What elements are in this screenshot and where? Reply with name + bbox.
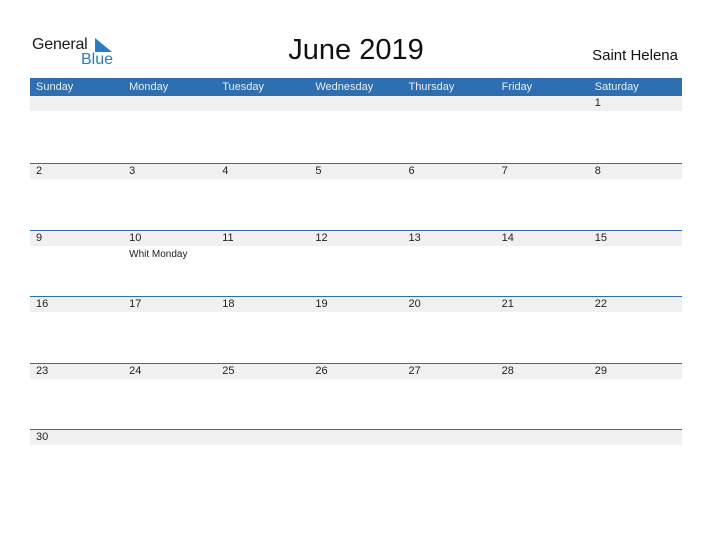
day-number: 4 <box>222 165 229 177</box>
weekday-monday: Monday <box>129 81 169 93</box>
day-cell <box>309 96 402 111</box>
week-row: 16 17 18 19 20 21 22 <box>30 296 682 363</box>
day-number: 8 <box>594 165 601 177</box>
day-number: 19 <box>315 298 328 310</box>
day-number: 22 <box>594 298 607 310</box>
day-cell: 17 <box>123 297 216 312</box>
day-number: 6 <box>408 165 415 177</box>
day-number: 26 <box>315 364 328 377</box>
day-number: 15 <box>594 231 607 244</box>
weekday-saturday: Saturday <box>594 81 639 93</box>
day-number: 5 <box>315 165 322 177</box>
day-cell: 3 <box>123 164 216 179</box>
week-row: 30 <box>30 429 682 496</box>
day-cell: 4 <box>216 164 309 179</box>
day-number-bar: 9 10 Whit Monday 11 12 13 14 15 <box>30 230 682 260</box>
day-number: 10 <box>129 231 142 244</box>
day-cell <box>30 96 123 111</box>
day-number: 14 <box>501 231 514 244</box>
country-label: Saint Helena <box>592 47 678 64</box>
day-cell <box>309 430 402 445</box>
day-cell <box>496 96 589 111</box>
week-row: 9 10 Whit Monday 11 12 13 14 15 <box>30 229 682 297</box>
day-cell: 25 <box>216 364 309 379</box>
day-cell: 29 <box>589 364 682 379</box>
day-cell <box>216 96 309 111</box>
day-cell: 8 <box>589 164 682 179</box>
day-number: 3 <box>129 165 136 177</box>
day-cell: 26 <box>309 364 402 379</box>
day-cell: 24 <box>123 364 216 379</box>
day-cell <box>403 430 496 445</box>
day-number: 11 <box>222 231 234 244</box>
day-cell: 21 <box>496 297 589 312</box>
day-cell: 7 <box>496 164 589 179</box>
day-cell: 5 <box>309 164 402 179</box>
day-cell: 19 <box>309 297 402 312</box>
day-cell <box>589 430 682 445</box>
day-cell: 12 <box>309 231 402 246</box>
day-cell <box>496 430 589 445</box>
day-number: 16 <box>36 298 49 310</box>
day-cell: 18 <box>216 297 309 312</box>
day-number-bar: 2 3 4 5 6 7 8 <box>30 164 682 179</box>
day-cell: 27 <box>403 364 496 379</box>
day-number-bar: 30 <box>30 430 682 445</box>
day-cell <box>123 96 216 111</box>
day-cell: 16 <box>30 297 123 312</box>
holiday-label: Whit Monday <box>129 248 188 260</box>
day-cell: 6 <box>403 164 496 179</box>
day-number: 30 <box>36 431 49 443</box>
day-number: 28 <box>501 364 514 377</box>
week-row: 2 3 4 5 6 7 8 <box>30 163 682 230</box>
day-cell: 11 <box>216 231 309 246</box>
day-number: 18 <box>222 298 235 310</box>
day-cell: 20 <box>403 297 496 312</box>
calendar-grid: Sunday Monday Tuesday Wednesday Thursday Frid… <box>30 78 682 496</box>
day-number-bar: 16 17 18 19 20 21 22 <box>30 297 682 312</box>
day-number: 9 <box>36 231 43 244</box>
day-cell: 2 <box>30 164 123 179</box>
day-number: 17 <box>129 298 142 310</box>
day-number: 25 <box>222 364 235 377</box>
day-cell: 1 <box>589 96 682 111</box>
day-number: 7 <box>501 165 508 177</box>
weekday-thursday: Thursday <box>408 81 455 93</box>
day-cell: 23 <box>30 364 123 379</box>
day-number: 2 <box>36 165 43 177</box>
day-cell: 15 <box>589 231 682 246</box>
weekday-wednesday: Wednesday <box>315 81 374 93</box>
day-cell <box>123 430 216 445</box>
day-cell <box>403 96 496 111</box>
day-number-bar: 23 24 25 26 27 28 29 <box>30 363 682 379</box>
day-cell: 22 <box>589 297 682 312</box>
day-cell: 9 <box>30 231 123 246</box>
day-cell <box>216 430 309 445</box>
day-cell: 30 <box>30 430 123 445</box>
day-number: 23 <box>36 364 49 377</box>
day-number-bar: 1 <box>30 96 682 111</box>
day-cell: 10 Whit Monday <box>123 231 216 260</box>
day-number: 29 <box>594 364 607 377</box>
day-number: 24 <box>129 364 142 377</box>
day-number: 20 <box>408 298 421 310</box>
day-number: 12 <box>315 231 328 244</box>
week-row: 1 <box>30 96 682 163</box>
day-number: 21 <box>501 298 514 310</box>
day-cell: 13 <box>403 231 496 246</box>
day-number: 13 <box>408 231 421 244</box>
weekday-header: Sunday Monday Tuesday Wednesday Thursday Frid… <box>30 78 682 96</box>
day-number: 1 <box>594 97 601 109</box>
day-cell: 14 <box>496 231 589 246</box>
weekday-sunday: Sunday <box>36 81 74 93</box>
weekday-friday: Friday <box>501 81 533 93</box>
day-cell: 28 <box>496 364 589 379</box>
day-number: 27 <box>408 364 421 377</box>
week-row: 23 24 25 26 27 28 29 <box>30 362 682 430</box>
weekday-tuesday: Tuesday <box>222 81 265 93</box>
